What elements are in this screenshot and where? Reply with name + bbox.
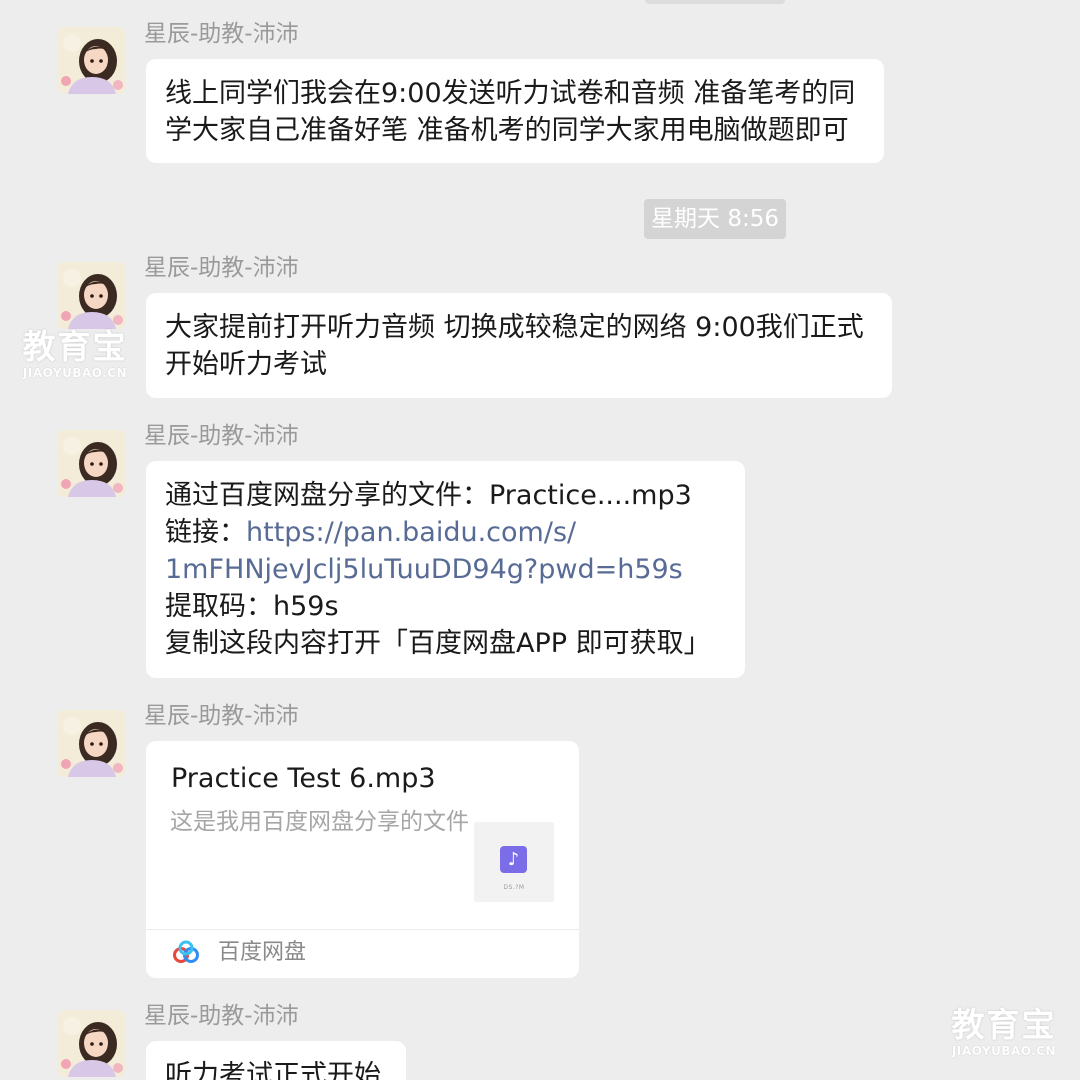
timestamp-divider: 星期天 8:56	[644, 199, 786, 239]
message-bubble[interactable]: 大家提前打开听力音频 切换成较稳定的网络 9:00我们正式 开始听力考试	[146, 293, 892, 398]
baidu-netdisk-icon	[173, 940, 199, 963]
sender-name: 星辰-助教-沛沛	[144, 21, 299, 47]
message-bubble[interactable]: 线上同学们我会在9:00发送听力试卷和音频 准备笔考的同 学大家自己准备好笔 准…	[146, 59, 884, 163]
file-description: 这是我用百度网盘分享的文件	[170, 809, 469, 835]
link-prefix: 链接：	[165, 517, 246, 548]
sender-name: 星辰-助教-沛沛	[144, 255, 299, 281]
avatar[interactable]	[58, 262, 125, 329]
avatar[interactable]	[58, 1010, 125, 1077]
avatar-image	[58, 430, 125, 497]
sender-name: 星辰-助教-沛沛	[144, 703, 299, 729]
watermark-domain: JIAOYUBAO.CN	[22, 366, 128, 380]
extract-code-line: 提取码：h59s	[165, 591, 339, 622]
file-title: Practice Test 6.mp3	[171, 763, 436, 794]
shared-file-card[interactable]: Practice Test 6.mp3 这是我用百度网盘分享的文件 ♪ DS.?…	[146, 741, 579, 978]
link-line: 链接：https://pan.baidu.com/s/	[165, 514, 725, 551]
avatar-image	[58, 27, 125, 94]
share-link[interactable]: https://pan.baidu.com/s/	[246, 517, 576, 548]
sender-name: 星辰-助教-沛沛	[144, 423, 299, 449]
file-thumbnail: ♪ DS.?M	[474, 822, 554, 902]
watermark: 教育宝 JIAOYUBAO.CN	[18, 327, 132, 381]
watermark: 教育宝 JIAOYUBAO.CN	[946, 1005, 1062, 1059]
music-note-icon: ♪	[500, 846, 527, 873]
watermark-logo-text: 教育宝	[951, 1005, 1057, 1044]
message-text-line: 听力考试正式开始	[165, 1060, 381, 1080]
avatar-image	[58, 262, 125, 329]
message-text-line: 学大家自己准备好笔 准备机考的同学大家用电脑做题即可	[165, 115, 849, 146]
thumbnail-tag: DS.?M	[503, 884, 525, 891]
timestamp-pill-previous	[645, 0, 785, 4]
share-link-continued[interactable]: 1mFHNjevJclj5luTuuDD94g?pwd=h59s	[165, 554, 683, 585]
share-text-line: 通过百度网盘分享的文件：Practice....mp3	[165, 480, 692, 511]
file-source-label: 百度网盘	[218, 940, 307, 965]
avatar-image	[58, 710, 125, 777]
message-bubble[interactable]: 听力考试正式开始	[146, 1041, 406, 1080]
chat-view[interactable]: 星辰-助教-沛沛 线上同学们我会在9:00发送听力试卷和音频 准备笔考的同 学大…	[0, 0, 1080, 1080]
card-divider	[146, 929, 579, 930]
avatar[interactable]	[58, 430, 125, 497]
watermark-domain: JIAOYUBAO.CN	[951, 1044, 1057, 1058]
message-text-line: 大家提前打开听力音频 切换成较稳定的网络 9:00我们正式	[165, 312, 864, 343]
watermark-logo-text: 教育宝	[22, 327, 128, 366]
avatar-image	[58, 1010, 125, 1077]
avatar[interactable]	[58, 710, 125, 777]
link-line: 1mFHNjevJclj5luTuuDD94g?pwd=h59s	[165, 551, 725, 588]
avatar[interactable]	[58, 27, 125, 94]
sender-name: 星辰-助教-沛沛	[144, 1003, 299, 1029]
message-text-line: 线上同学们我会在9:00发送听力试卷和音频 准备笔考的同	[165, 78, 856, 109]
copy-instruction-line: 复制这段内容打开「百度网盘APP 即可获取」	[165, 628, 711, 659]
message-bubble[interactable]: 通过百度网盘分享的文件：Practice....mp3 链接：https://p…	[146, 461, 745, 678]
message-text-line: 开始听力考试	[165, 349, 327, 380]
